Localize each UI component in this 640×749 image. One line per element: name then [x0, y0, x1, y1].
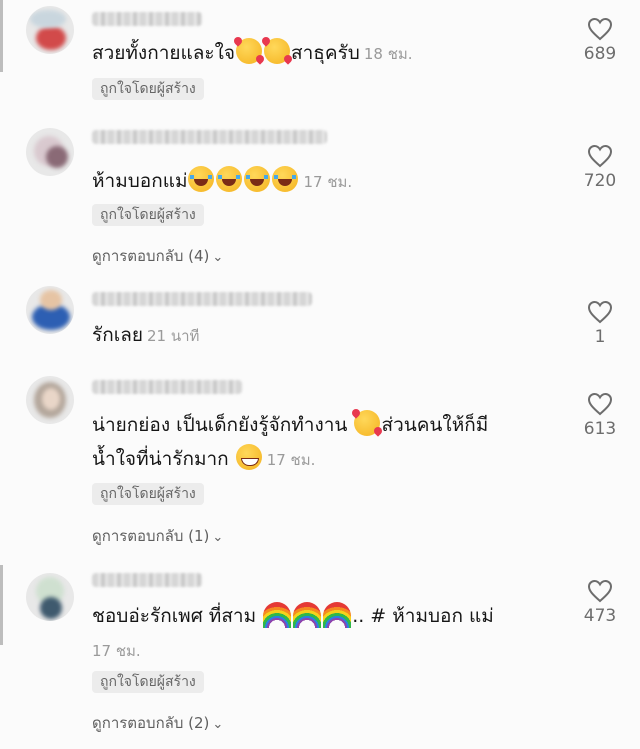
like-button[interactable]: 689 — [560, 17, 640, 64]
view-replies-label: ดูการตอบกลับ (4) — [92, 247, 210, 265]
thread-indicator — [0, 0, 3, 72]
smiling-face-with-hearts-icon — [354, 410, 381, 436]
avatar[interactable] — [26, 6, 74, 54]
thread-indicator — [0, 565, 3, 645]
comment-text: รักเลย 21 นาที — [92, 318, 562, 353]
comment-text: สวยทั้งกายและใจ สาธุครับ 18 ชม. — [92, 36, 562, 71]
heart-outline-icon — [587, 17, 613, 41]
comment-body-line2: น้ำใจที่น่ารักมาก — [92, 448, 229, 470]
face-with-tears-of-joy-icon — [216, 166, 243, 192]
chevron-down-icon: ⌄ — [212, 250, 224, 265]
face-with-tears-of-joy-icon — [244, 166, 271, 192]
comment-item: ชอบอ่ะรักเพศ ที่สาม .. # ห้ามบอก แม่ 17 … — [0, 565, 640, 749]
like-count: 473 — [583, 606, 617, 626]
like-button[interactable]: 1 — [560, 300, 640, 347]
face-with-tears-of-joy-icon — [272, 166, 299, 192]
comment-time: 21 นาที — [146, 327, 200, 345]
comment-body-cont: .. # ห้ามบอก แม่ — [352, 605, 494, 627]
comment-body-cont: ส่วนคนให้ก็มี — [381, 414, 489, 436]
comment-body-cont: สาธุครับ — [291, 42, 360, 64]
like-button[interactable]: 613 — [560, 392, 640, 439]
comment-item: น่ายกย่อง เป็นเด็กยังรู้จักทำงาน ส่วนคนใ… — [0, 370, 640, 565]
avatar[interactable] — [26, 286, 74, 334]
comment-text: ชอบอ่ะรักเพศ ที่สาม .. # ห้ามบอก แม่ 17 … — [92, 599, 562, 668]
comment-item: สวยทั้งกายและใจ สาธุครับ 18 ชม. ถูกใจโดยผู… — [0, 0, 640, 120]
like-button[interactable]: 473 — [560, 579, 640, 626]
liked-by-creator-badge: ถูกใจโดยผู้สร้าง — [92, 204, 204, 226]
like-count: 720 — [583, 171, 617, 191]
heart-outline-icon — [587, 144, 613, 168]
comment-body: รักเลย — [92, 324, 143, 346]
heart-outline-icon — [587, 300, 613, 324]
username-blurred[interactable] — [92, 380, 242, 394]
chevron-down-icon: ⌄ — [212, 717, 224, 732]
view-replies-button[interactable]: ดูการตอบกลับ (1) ⌄ — [92, 524, 223, 548]
face-with-tears-of-joy-icon — [188, 166, 215, 192]
smiling-face-with-hearts-icon — [264, 38, 291, 64]
comment-time: 17 ชม. — [266, 451, 316, 469]
comment-time: 17 ชม. — [303, 173, 353, 191]
liked-by-creator-badge: ถูกใจโดยผู้สร้าง — [92, 483, 204, 505]
chevron-down-icon: ⌄ — [212, 530, 224, 545]
like-count: 689 — [583, 44, 617, 64]
liked-by-creator-badge: ถูกใจโดยผู้สร้าง — [92, 78, 204, 100]
liked-by-creator-badge: ถูกใจโดยผู้สร้าง — [92, 671, 204, 693]
avatar[interactable] — [26, 376, 74, 424]
rainbow-icon — [323, 602, 352, 628]
comment-time: 18 ชม. — [363, 45, 413, 63]
username-blurred[interactable] — [92, 12, 202, 26]
heart-outline-icon — [587, 392, 613, 416]
rainbow-icon — [293, 602, 322, 628]
comment-body: น่ายกย่อง เป็นเด็กยังรู้จักทำงาน — [92, 414, 348, 436]
comment-body: ชอบอ่ะรักเพศ ที่สาม — [92, 605, 257, 627]
username-blurred[interactable] — [92, 573, 202, 587]
view-replies-label: ดูการตอบกลับ (1) — [92, 527, 210, 545]
avatar[interactable] — [26, 573, 74, 621]
comment-text: ห้ามบอกแม่ 17 ชม. — [92, 164, 562, 199]
smiling-face-with-hearts-icon — [236, 38, 263, 64]
avatar[interactable] — [26, 128, 74, 176]
username-blurred[interactable] — [92, 130, 327, 144]
rainbow-icon — [263, 602, 292, 628]
comment-body: สวยทั้งกายและใจ — [92, 42, 236, 64]
comment-time: 17 ชม. — [92, 642, 141, 660]
view-replies-button[interactable]: ดูการตอบกลับ (2) ⌄ — [92, 711, 223, 735]
username-blurred[interactable] — [92, 292, 312, 306]
comment-item: รักเลย 21 นาที 1 — [0, 280, 640, 370]
comment-text: น่ายกย่อง เป็นเด็กยังรู้จักทำงาน ส่วนคนใ… — [92, 408, 562, 477]
like-count: 613 — [583, 419, 617, 439]
comment-body: ห้ามบอกแม่ — [92, 170, 188, 192]
comment-item: ห้ามบอกแม่ 17 ชม. ถูกใจโดยผู้สร้าง ดูการต… — [0, 120, 640, 280]
heart-outline-icon — [587, 579, 613, 603]
like-count: 1 — [594, 327, 606, 347]
view-replies-label: ดูการตอบกลับ (2) — [92, 714, 210, 732]
grinning-face-icon — [235, 444, 262, 470]
like-button[interactable]: 720 — [560, 144, 640, 191]
view-replies-button[interactable]: ดูการตอบกลับ (4) ⌄ — [92, 244, 223, 268]
